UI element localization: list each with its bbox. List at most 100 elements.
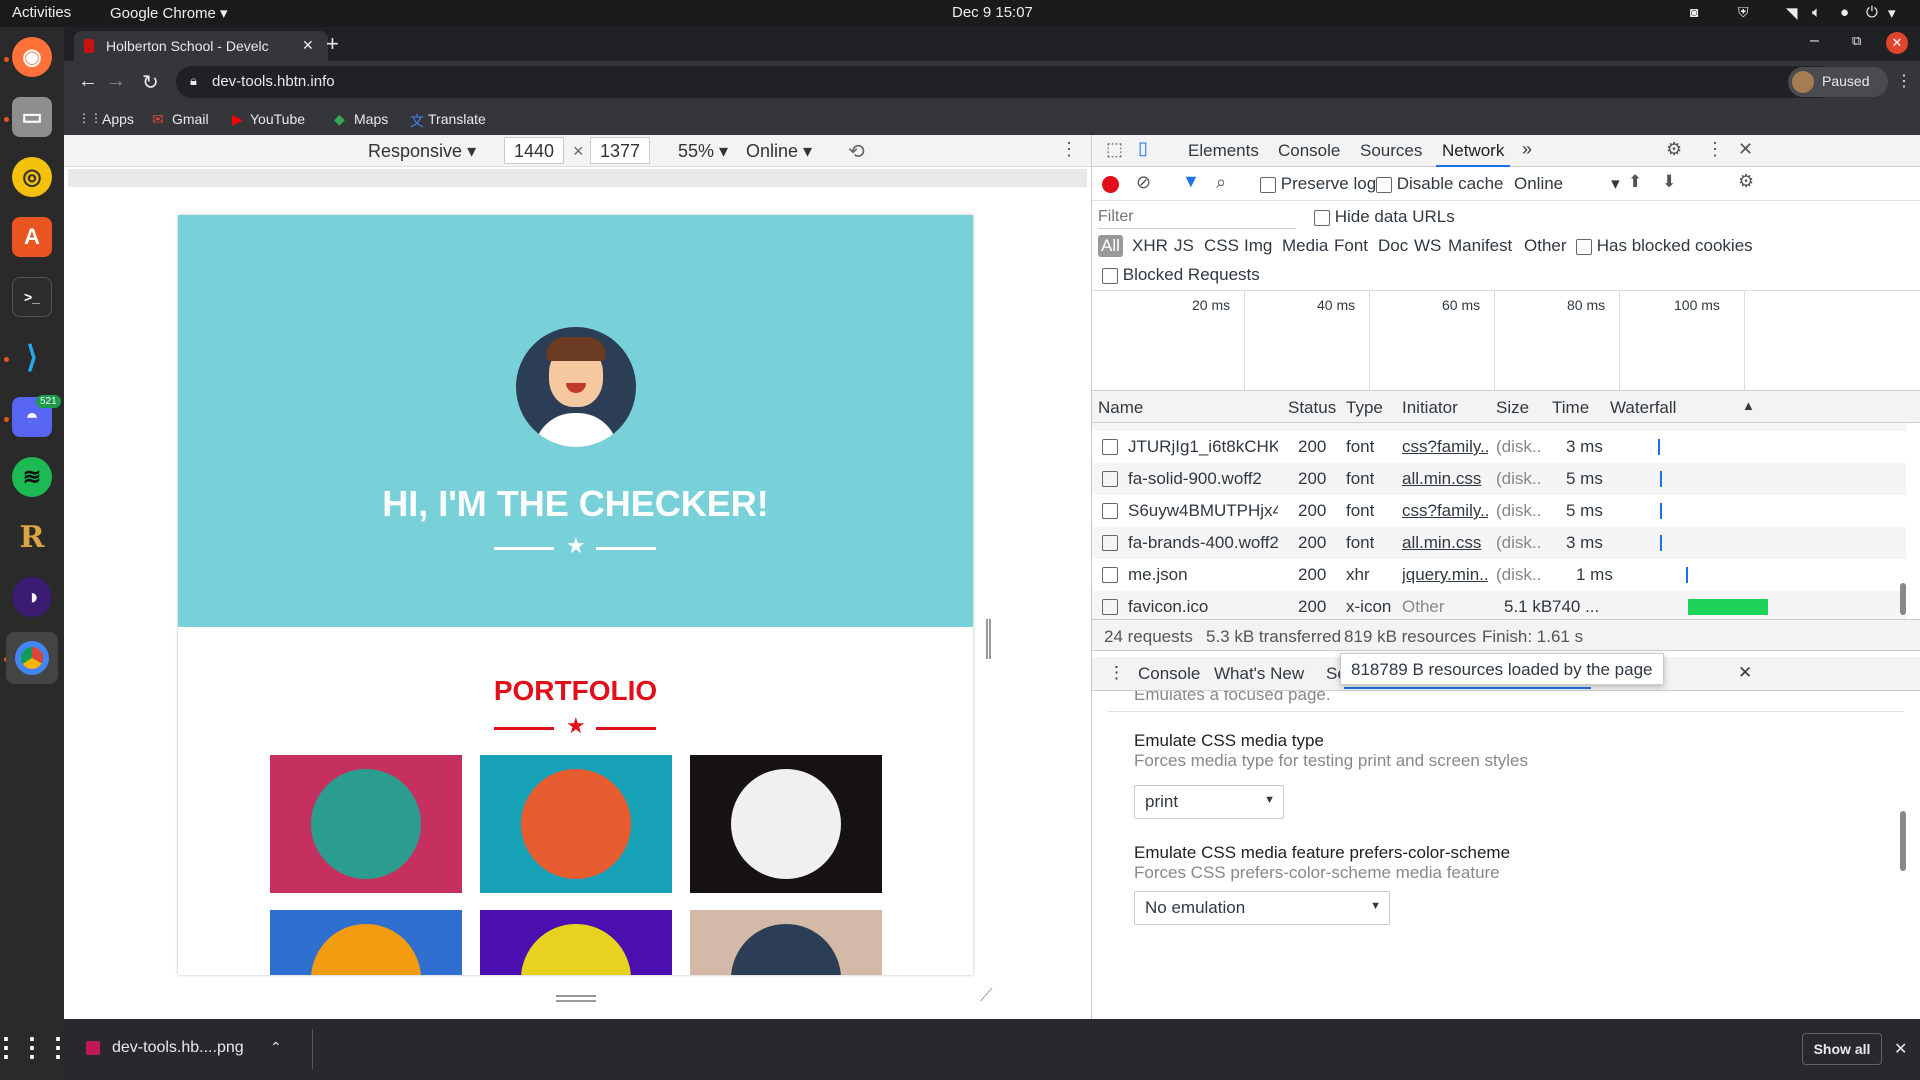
address-bar[interactable]: 🔒︎ dev-tools.hbtn.info ☆ (176, 66, 1836, 98)
resize-handle-right[interactable] (986, 619, 991, 659)
discord-tray-icon[interactable]: ◙ (1690, 4, 1698, 20)
drawer-tab-whats-new[interactable]: What's New (1214, 664, 1304, 684)
filter-icon[interactable]: ▼ (1182, 171, 1200, 192)
import-har-icon[interactable]: ⬆ (1628, 172, 1642, 192)
column-name[interactable]: Name (1098, 398, 1143, 418)
download-item[interactable]: dev-tools.hb....png (112, 1039, 244, 1057)
mic-icon[interactable]: ● (1840, 4, 1849, 21)
portfolio-cake-card[interactable] (480, 755, 672, 893)
chevron-down-icon[interactable]: ▾ (1888, 4, 1896, 22)
url-text[interactable]: dev-tools.hbtn.info (212, 73, 335, 90)
clock[interactable]: Dec 9 15:07 (952, 4, 1033, 21)
tab-elements[interactable]: Elements (1188, 141, 1259, 161)
more-tabs-icon[interactable]: » (1522, 139, 1532, 160)
firefox-icon[interactable]: ◉ (12, 37, 52, 77)
type-filter-js[interactable]: JS (1174, 236, 1194, 256)
record-button[interactable] (1102, 176, 1119, 193)
lock-icon[interactable]: 🔒︎ (190, 73, 197, 89)
media-type-select[interactable]: print ▼ (1134, 785, 1284, 819)
chrome-menu-icon[interactable]: ⋮ (1896, 71, 1912, 91)
apps-icon[interactable]: ⋮⋮ (78, 111, 102, 125)
bookmark-translate[interactable]: Translate (428, 111, 486, 127)
chevron-up-icon[interactable]: ⌃ (270, 1039, 282, 1056)
vscode-icon[interactable]: ⟩ (12, 337, 52, 377)
minimize-button[interactable]: – (1810, 32, 1819, 50)
wifi-icon[interactable]: ◥ (1786, 4, 1798, 22)
column-size[interactable]: Size (1496, 398, 1529, 418)
column-initiator[interactable]: Initiator (1402, 398, 1458, 418)
type-filter-all[interactable]: All (1098, 235, 1123, 257)
device-toggle-icon[interactable]: ▯ (1138, 138, 1148, 159)
filter-input[interactable] (1098, 205, 1296, 229)
rotate-icon[interactable]: ⟲ (848, 139, 865, 164)
type-filter-doc[interactable]: Doc (1378, 236, 1408, 256)
clear-icon[interactable]: ⊘ (1136, 172, 1151, 193)
close-download-bar-icon[interactable]: ✕ (1894, 1039, 1907, 1059)
files-icon[interactable]: ▭ (12, 97, 52, 137)
power-icon[interactable]: ⏻ (1866, 4, 1878, 21)
bookmark-gmail[interactable]: Gmail (172, 111, 209, 127)
table-row[interactable]: S6uyw4BMUTPHjx4w... 200 font css?family.… (1092, 495, 1906, 527)
type-filter-css[interactable]: CSS (1204, 236, 1239, 256)
throttle-select[interactable]: Online ▾ (746, 141, 812, 162)
bookmark-apps[interactable]: Apps (102, 111, 134, 127)
tab-network[interactable]: Network (1436, 135, 1511, 167)
disable-cache-checkbox[interactable]: Disable cache (1376, 174, 1504, 194)
shield-tray-icon[interactable]: ⛨ (1738, 4, 1749, 21)
height-input[interactable]: 1377 (590, 137, 650, 164)
search-icon[interactable]: ⌕ (1216, 172, 1226, 193)
device-select[interactable]: Responsive ▾ (368, 141, 476, 162)
settings-gear-icon[interactable]: ⚙ (1666, 139, 1682, 160)
rendering-scrollbar[interactable] (1900, 811, 1906, 871)
devtools-menu-icon[interactable]: ⋮ (1706, 139, 1724, 160)
inspect-icon[interactable]: ⬚ (1106, 139, 1123, 160)
resize-corner-icon[interactable]: ⟋ (980, 985, 993, 1006)
spotify-icon[interactable]: ≋ (12, 457, 52, 497)
export-har-icon[interactable]: ⬇ (1662, 172, 1676, 192)
app-grid-icon[interactable]: ⋮⋮⋮ (0, 1027, 71, 1067)
tab-console[interactable]: Console (1278, 141, 1340, 161)
close-devtools-icon[interactable]: ✕ (1738, 139, 1753, 160)
legends-icon[interactable]: R (12, 517, 52, 557)
column-status[interactable]: Status (1288, 398, 1336, 418)
activities-button[interactable]: Activities (12, 4, 71, 21)
rhythmbox-icon[interactable]: ◎ (12, 157, 52, 197)
column-type[interactable]: Type (1346, 398, 1383, 418)
terminal-icon[interactable]: >_ (12, 277, 52, 317)
portfolio-circus-card[interactable] (690, 755, 882, 893)
color-scheme-select[interactable]: No emulation ▼ (1134, 891, 1390, 925)
type-filter-ws[interactable]: WS (1414, 236, 1441, 256)
column-time[interactable]: Time (1552, 398, 1589, 418)
table-row[interactable]: fa-solid-900.woff2 200 font all.min.css … (1092, 463, 1906, 495)
media-query-ruler[interactable] (68, 169, 1087, 187)
hide-data-urls-checkbox[interactable]: Hide data URLs (1314, 207, 1455, 227)
table-row[interactable]: favicon.ico 200 x-icon Other 5.1 kB 740 … (1092, 591, 1906, 619)
restore-button[interactable]: ⧉ (1852, 33, 1861, 49)
bookmark-youtube[interactable]: YouTube (250, 111, 305, 127)
portfolio-submarine-card[interactable] (690, 910, 882, 975)
close-drawer-icon[interactable]: ✕ (1738, 663, 1752, 683)
volume-icon[interactable]: 🔈︎ (1812, 4, 1821, 21)
profile-button[interactable]: Paused (1788, 67, 1888, 97)
network-settings-icon[interactable]: ⚙ (1738, 171, 1754, 192)
software-center-icon[interactable]: A (12, 217, 52, 257)
eclipse-icon[interactable]: ◑ (12, 577, 52, 617)
browser-tab[interactable]: Holberton School - Develc ✕ (74, 31, 328, 61)
type-filter-media[interactable]: Media (1282, 236, 1328, 256)
device-menu-icon[interactable]: ⋮ (1060, 139, 1078, 160)
width-input[interactable]: 1440 (504, 137, 564, 164)
close-tab-icon[interactable]: ✕ (302, 37, 314, 54)
has-blocked-cookies-checkbox[interactable]: Has blocked cookies (1576, 236, 1753, 256)
tab-sources[interactable]: Sources (1360, 141, 1422, 161)
type-filter-other[interactable]: Other (1524, 236, 1567, 256)
table-row[interactable]: JTURjIg1_i6t8kCHKm... 200 font css?famil… (1092, 431, 1906, 463)
table-row[interactable]: me.json 200 xhr jquery.min.... (disk... … (1092, 559, 1906, 591)
type-filter-manifest[interactable]: Manifest (1448, 236, 1512, 256)
preserve-log-checkbox[interactable]: Preserve log (1260, 174, 1376, 194)
show-all-button[interactable]: Show all (1802, 1033, 1882, 1065)
forward-icon[interactable]: → (106, 70, 126, 93)
table-row[interactable]: fa-brands-400.woff2 200 font all.min.css… (1092, 527, 1906, 559)
portfolio-safe-card[interactable] (480, 910, 672, 975)
resize-handle-bottom[interactable] (556, 995, 596, 1002)
bookmark-maps[interactable]: Maps (354, 111, 388, 127)
